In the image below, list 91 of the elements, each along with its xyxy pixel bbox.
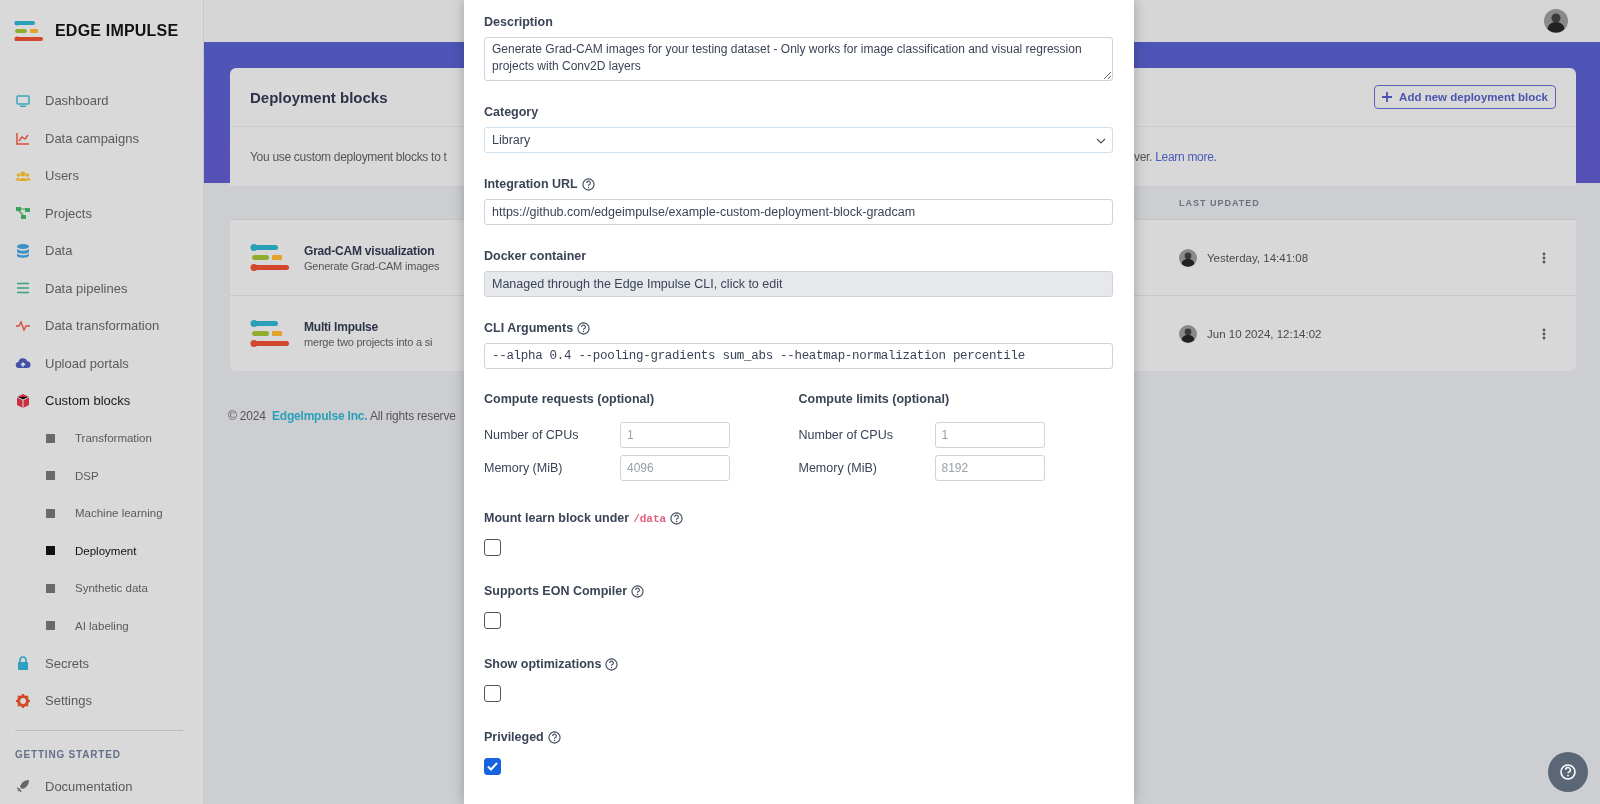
block-name: Grad-CAM visualization: [304, 243, 436, 258]
nav-subitem[interactable]: Synthetic data: [0, 569, 203, 607]
nav-item[interactable]: Documentation: [0, 767, 203, 804]
section-heading: Compute limits (optional): [798, 391, 951, 408]
field-label: Memory (MiB): [798, 461, 878, 475]
description-field[interactable]: Generate Grad-CAM images for your testing dataset - Only works for image classification and visual regression projects with Conv2D layers: [484, 37, 1113, 81]
footer-text: © 2024 EdgeImpulse Inc. All rights reserve: [228, 409, 457, 423]
add-block-button[interactable]: Add new deployment block: [1374, 85, 1556, 109]
nav-item[interactable]: Upload portals: [0, 344, 203, 382]
nav-item[interactable]: Data campaigns: [0, 119, 203, 157]
square-icon: [46, 621, 55, 631]
lock-icon: [15, 655, 31, 672]
nav-item[interactable]: Users: [0, 157, 203, 195]
nav-item[interactable]: Custom blocks: [0, 382, 203, 420]
brand-name: EDGE IMPULSE: [55, 22, 179, 40]
checkbox[interactable]: [484, 612, 501, 629]
nav-item[interactable]: Secrets: [0, 644, 203, 682]
field-label: Integration URL: [484, 177, 579, 191]
avatar-icon: [1179, 248, 1197, 267]
input-field[interactable]: https://github.com/edgeimpulse/example-custom-deployment-block-gradcam: [484, 199, 1113, 225]
block-logo-icon: [250, 243, 290, 272]
square-icon: [46, 583, 55, 593]
nav-item[interactable]: Data transformation: [0, 307, 203, 345]
field-label: Category: [484, 105, 539, 119]
card-title: Deployment blocks: [250, 88, 388, 106]
database-icon: [15, 242, 31, 259]
column-header: LAST UPDATED: [1179, 198, 1260, 208]
section-heading: Compute requests (optional): [484, 391, 656, 408]
section-heading: GETTING STARTED: [14, 747, 122, 762]
field-label: Number of CPUs: [798, 428, 894, 442]
nav-subitem[interactable]: DSP: [0, 457, 203, 495]
chart-icon: [15, 130, 31, 147]
avatar-icon[interactable]: [1544, 9, 1568, 33]
help-icon[interactable]: [547, 730, 561, 744]
nodes-icon: [15, 205, 31, 222]
nav-subitem[interactable]: AI labeling: [0, 607, 203, 645]
category-dropdown[interactable]: Library: [484, 127, 1113, 153]
avatar-icon: [1179, 324, 1197, 343]
checkbox-label: Privileged: [484, 730, 545, 744]
nav-subitem[interactable]: Deployment: [0, 532, 203, 570]
intro-text: You use custom deployment blocks to t: [250, 149, 447, 164]
rocket-icon: [15, 778, 31, 795]
gear-icon: [15, 692, 31, 709]
monitor-icon: [15, 92, 31, 109]
nav-item[interactable]: Settings: [0, 682, 203, 720]
nav-item[interactable]: Dashboard: [0, 82, 203, 120]
table-cell-text: Jun 10 2024, 12:14:02: [1207, 327, 1323, 340]
input-field[interactable]: 1: [934, 422, 1045, 448]
help-icon[interactable]: [670, 511, 684, 525]
square-icon: [46, 508, 55, 518]
checkbox[interactable]: [484, 685, 501, 702]
square-icon: [46, 433, 55, 443]
help-icon[interactable]: [631, 584, 645, 598]
input-field[interactable]: --alpha 0.4 --pooling-gradients sum_abs --heatmap-normalization percentile: [484, 343, 1113, 369]
square-icon: [46, 471, 55, 481]
plus-icon: [1382, 92, 1393, 102]
learn-more-link[interactable]: Learn more.: [1155, 149, 1217, 164]
checkbox-label: Show optimizations: [484, 657, 603, 671]
block-description: merge two projects into a si: [304, 335, 433, 348]
help-icon[interactable]: [577, 321, 591, 335]
chevron-down-icon: [1096, 138, 1106, 144]
field-label: CLI Arguments: [484, 321, 575, 335]
field-label: Docker container: [484, 249, 587, 263]
square-icon: [46, 546, 55, 556]
logo-icon: [14, 21, 46, 41]
nav-item[interactable]: Data: [0, 232, 203, 270]
more-options-icon[interactable]: [1542, 327, 1546, 340]
input-field[interactable]: 1: [620, 422, 730, 448]
checkbox-label: Supports EON Compiler: [484, 584, 629, 598]
field-label: Memory (MiB): [484, 461, 564, 475]
help-icon[interactable]: [581, 177, 595, 191]
nav-item[interactable]: Data pipelines: [0, 269, 203, 307]
block-logo-icon: [250, 319, 290, 348]
table-cell-text: Yesterday, 14:41:08: [1207, 251, 1310, 264]
help-icon[interactable]: [605, 657, 619, 671]
field-label: Description: [484, 15, 553, 29]
input-field[interactable]: 4096: [620, 455, 730, 481]
checkbox-label: Mount learn block under /data: [484, 511, 668, 525]
field-label: Number of CPUs: [484, 428, 580, 442]
checkbox[interactable]: [484, 758, 501, 775]
nav-item[interactable]: Projects: [0, 194, 203, 232]
intro-text: ver. Learn more.: [1134, 149, 1217, 164]
block-description: Generate Grad-CAM images: [304, 259, 440, 272]
block-name: Multi Impulse: [304, 319, 380, 334]
help-button[interactable]: [1548, 752, 1588, 792]
input-field[interactable]: 8192: [934, 455, 1045, 481]
more-options-icon[interactable]: [1542, 251, 1546, 264]
checkbox[interactable]: [484, 539, 501, 556]
cube-icon: [15, 392, 31, 409]
nav-subitem[interactable]: Transformation: [0, 419, 203, 457]
nav-subitem[interactable]: Machine learning: [0, 494, 203, 532]
